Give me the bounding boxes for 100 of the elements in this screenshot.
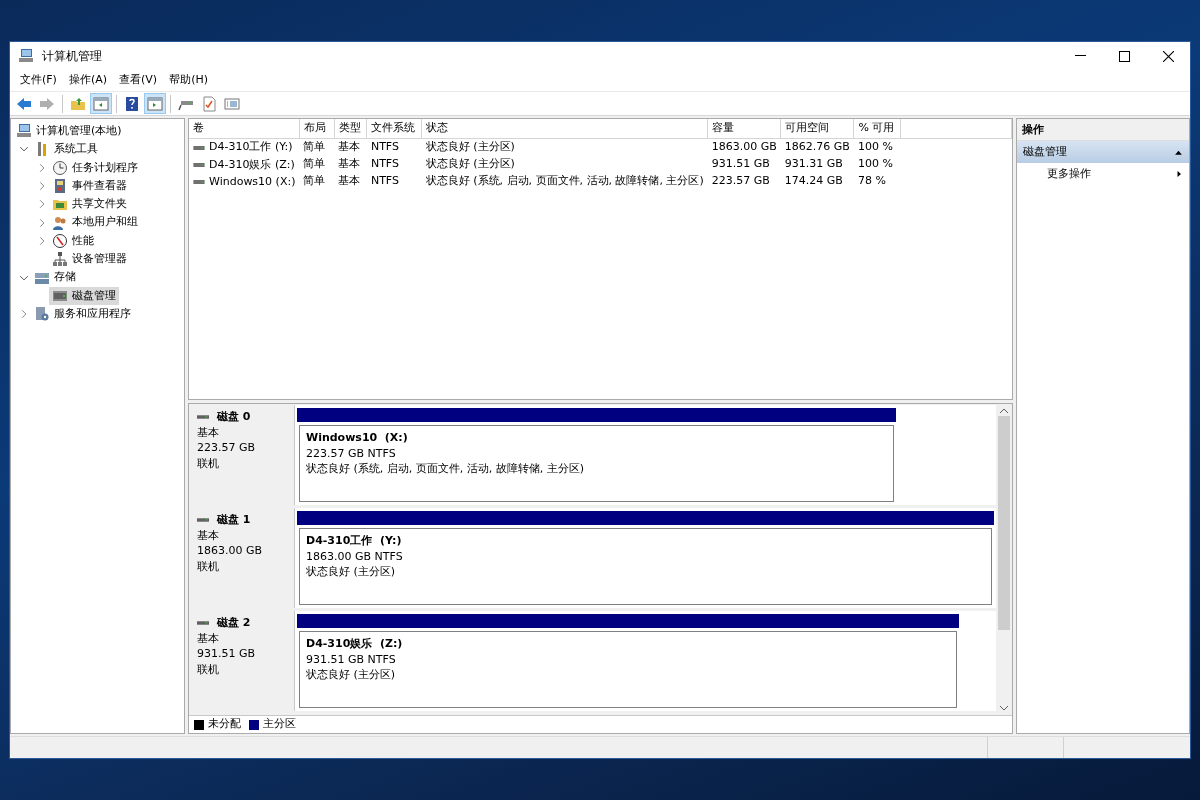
column-header[interactable]: 状态 xyxy=(421,119,708,138)
computer-icon xyxy=(18,48,34,64)
table-cell: 状态良好 (主分区) xyxy=(425,157,515,171)
tree-item[interactable]: 服务和应用程序 xyxy=(31,304,134,324)
tree-item[interactable]: 本地用户和组 xyxy=(49,213,141,232)
table-cell: 基本 xyxy=(338,174,361,188)
disk-status: 联机 xyxy=(197,558,220,574)
column-header[interactable]: % 可用 xyxy=(853,119,901,138)
column-header[interactable]: 文件系统 xyxy=(366,119,422,138)
menu-item[interactable]: 帮助(H) xyxy=(163,71,214,90)
disk-type: 基本 xyxy=(197,424,220,440)
partition-box[interactable]: D4-310工作 (Y:) 1863.00 GB NTFS 状态良好 (主分区) xyxy=(299,528,992,605)
partition-name: Windows10 (X:) xyxy=(306,430,409,446)
volume-name[interactable]: D4-310工作 (Y:) xyxy=(209,139,293,156)
tree-item[interactable]: 性能 xyxy=(49,231,97,251)
partition-name: D4-310娱乐 (Z:) xyxy=(306,636,404,652)
column-header[interactable]: 类型 xyxy=(334,119,367,138)
table-cell: NTFS xyxy=(370,139,399,153)
services-icon xyxy=(34,306,50,323)
users-icon xyxy=(52,214,68,231)
disk-type: 基本 xyxy=(197,527,220,543)
table-cell: 状态良好 (系统, 启动, 页面文件, 活动, 故障转储, 主分区) xyxy=(425,174,704,188)
scroll-up-icon[interactable] xyxy=(1000,408,1008,414)
maximize-icon xyxy=(1118,50,1130,62)
tree-item[interactable]: 磁盘管理 xyxy=(49,286,119,306)
partition-name: D4-310工作 (Y:) xyxy=(306,533,403,549)
menu-item[interactable]: 查看(V) xyxy=(113,71,164,90)
tree-item[interactable]: 设备管理器 xyxy=(49,250,130,269)
table-cell: 174.24 GB xyxy=(784,174,843,188)
expand-icon[interactable] xyxy=(19,309,29,320)
tree-item[interactable]: 事件查看器 xyxy=(49,176,130,196)
tree-item[interactable]: 共享文件夹 xyxy=(49,195,130,214)
window-title: 计算机管理 xyxy=(42,48,103,65)
table-cell: 简单 xyxy=(303,157,326,171)
tree-item[interactable]: 系统工具 xyxy=(31,140,101,159)
partition-size: 1863.00 GB NTFS xyxy=(306,548,404,564)
clock-icon xyxy=(52,159,68,176)
drive-icon xyxy=(193,180,205,184)
tree-item[interactable]: 任务计划程序 xyxy=(49,158,141,177)
column-header[interactable]: 容量 xyxy=(707,119,781,138)
partition-status: 状态良好 (主分区) xyxy=(306,667,397,683)
disk-name: 磁盘 1 xyxy=(217,512,251,528)
table-cell: 状态良好 (主分区) xyxy=(425,139,515,153)
expand-icon[interactable] xyxy=(37,162,47,173)
pane-icon xyxy=(147,95,163,112)
table-cell: 基本 xyxy=(338,157,361,171)
minimize-icon xyxy=(1074,55,1086,57)
disk-size: 1863.00 GB xyxy=(197,543,264,559)
scroll-down-icon[interactable] xyxy=(1000,705,1008,711)
tree-item[interactable]: 存储 xyxy=(31,268,79,287)
action-item[interactable]: 更多操作 xyxy=(1017,163,1189,185)
table-cell: 简单 xyxy=(303,139,326,153)
table-cell: 1862.76 GB xyxy=(784,139,850,153)
tree-item[interactable]: 计算机管理(本地) xyxy=(13,121,125,141)
help-icon xyxy=(124,95,140,112)
table-cell: NTFS xyxy=(370,174,399,188)
partition-size: 931.51 GB NTFS xyxy=(306,651,397,667)
actions-header: 操作 xyxy=(1017,119,1189,141)
expand-icon[interactable] xyxy=(37,199,47,210)
volume-name[interactable]: D4-310娱乐 (Z:) xyxy=(209,156,295,173)
disk-type: 基本 xyxy=(197,630,220,646)
table-cell: NTFS xyxy=(370,157,399,171)
table-cell: 931.51 GB xyxy=(711,157,770,171)
disk-status: 联机 xyxy=(197,661,220,677)
menu-item[interactable]: 文件(F) xyxy=(14,71,63,90)
partition-status: 状态良好 (系统, 启动, 页面文件, 活动, 故障转储, 主分区) xyxy=(306,461,586,477)
menu-item[interactable]: 操作(A) xyxy=(62,71,114,90)
table-cell: 简单 xyxy=(303,174,326,188)
back-arrow-icon xyxy=(16,95,32,112)
column-header[interactable]: 卷 xyxy=(189,119,300,138)
volume-name[interactable]: Windows10 (X:) xyxy=(209,173,296,191)
gauge-icon xyxy=(52,232,68,249)
table-cell: 931.31 GB xyxy=(784,157,843,171)
table-cell: 100 % xyxy=(857,139,893,153)
table-cell: 100 % xyxy=(857,157,893,171)
partition-status: 状态良好 (主分区) xyxy=(306,564,397,580)
expand-icon[interactable] xyxy=(37,217,47,228)
action-section-header[interactable]: 磁盘管理 xyxy=(1017,141,1189,163)
disk-status: 联机 xyxy=(197,455,220,471)
partition-box[interactable]: Windows10 (X:) 223.57 GB NTFS 状态良好 (系统, 启动, 页面文件, 活动, 故障转储, 主分区) xyxy=(299,425,895,502)
column-header[interactable]: 布局 xyxy=(299,119,335,138)
expand-icon[interactable] xyxy=(37,235,47,246)
disk-size: 223.57 GB xyxy=(197,440,257,456)
computer-icon xyxy=(16,123,32,140)
folder-up-icon xyxy=(70,95,86,112)
drive-icon xyxy=(193,145,205,150)
disk-name: 磁盘 0 xyxy=(217,409,251,425)
list-icon xyxy=(224,95,240,112)
drive-icon xyxy=(193,162,205,167)
log-icon xyxy=(52,178,68,195)
column-header[interactable]: 可用空间 xyxy=(780,119,854,138)
device-tree-icon xyxy=(52,251,68,268)
pane-icon xyxy=(93,95,109,112)
close-icon xyxy=(1162,50,1174,62)
expand-icon[interactable] xyxy=(37,181,47,192)
partition-box[interactable]: D4-310娱乐 (Z:) 931.51 GB NTFS 状态良好 (主分区) xyxy=(299,631,958,708)
table-cell: 基本 xyxy=(338,139,361,153)
legend-label: 未分配 xyxy=(208,716,241,733)
legend-label: 主分区 xyxy=(263,716,296,733)
disk-name: 磁盘 2 xyxy=(217,615,251,631)
